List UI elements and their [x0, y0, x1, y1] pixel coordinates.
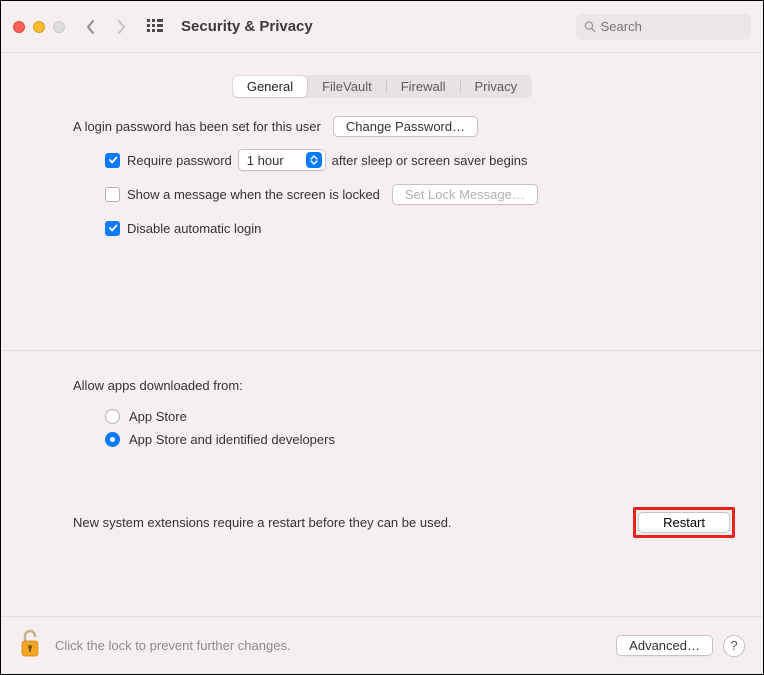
toolbar: Security & Privacy	[1, 1, 763, 53]
show-message-checkbox[interactable]	[105, 187, 120, 202]
tab-general[interactable]: General	[233, 76, 307, 97]
forward-button[interactable]	[115, 19, 127, 35]
tab-filevault[interactable]: FileVault	[308, 76, 386, 97]
footer: Click the lock to prevent further change…	[1, 616, 763, 674]
back-button[interactable]	[85, 19, 97, 35]
password-delay-value: 1 hour	[247, 153, 284, 168]
search-icon	[584, 20, 596, 33]
tabs-row: General FileVault Firewall Privacy	[13, 53, 751, 114]
restart-button[interactable]: Restart	[638, 512, 730, 533]
require-password-row: Require password 1 hour after sleep or s…	[105, 148, 691, 172]
tab-firewall[interactable]: Firewall	[387, 76, 460, 97]
preferences-window: Security & Privacy General FileVault Fir…	[0, 0, 764, 675]
search-input[interactable]	[601, 19, 743, 34]
allow-apps-section: Allow apps downloaded from: App Store Ap…	[13, 373, 751, 447]
grid-icon	[147, 19, 163, 35]
show-message-label: Show a message when the screen is locked	[127, 187, 380, 202]
radio-app-store-row: App Store	[105, 409, 691, 424]
disable-auto-login-label: Disable automatic login	[127, 221, 261, 236]
radio-app-store-label: App Store	[129, 409, 187, 424]
radio-app-store[interactable]	[105, 409, 120, 424]
tabs: General FileVault Firewall Privacy	[232, 75, 532, 98]
updown-caret-icon	[306, 152, 322, 168]
set-lock-message-button: Set Lock Message…	[392, 184, 538, 205]
password-set-row: A login password has been set for this u…	[73, 114, 691, 138]
window-title: Security & Privacy	[181, 18, 313, 35]
help-button[interactable]: ?	[723, 635, 745, 657]
extensions-row: New system extensions require a restart …	[13, 507, 751, 538]
chevron-right-icon	[115, 19, 127, 35]
show-all-button[interactable]	[147, 19, 163, 35]
chevron-left-icon	[85, 19, 97, 35]
login-section: A login password has been set for this u…	[13, 114, 751, 240]
radio-app-store-identified[interactable]	[105, 432, 120, 447]
section-divider	[1, 350, 763, 351]
radio-identified-row: App Store and identified developers	[105, 432, 691, 447]
tab-privacy[interactable]: Privacy	[461, 76, 532, 97]
restart-highlight: Restart	[633, 507, 735, 538]
allow-apps-heading: Allow apps downloaded from:	[73, 378, 243, 393]
disable-auto-login-checkbox[interactable]	[105, 221, 120, 236]
password-delay-select[interactable]: 1 hour	[238, 149, 326, 171]
window-controls	[13, 21, 65, 33]
lock-button[interactable]	[19, 629, 43, 662]
after-sleep-text: after sleep or screen saver begins	[332, 153, 528, 168]
radio-identified-label: App Store and identified developers	[129, 432, 335, 447]
password-set-text: A login password has been set for this u…	[73, 119, 321, 134]
nav-buttons	[85, 19, 127, 35]
zoom-window-button	[53, 21, 65, 33]
unlocked-lock-icon	[19, 629, 43, 659]
require-password-label: Require password	[127, 153, 232, 168]
checkmark-icon	[108, 223, 118, 233]
footer-right: Advanced… ?	[616, 635, 745, 657]
show-message-row: Show a message when the screen is locked…	[105, 182, 691, 206]
disable-auto-login-row: Disable automatic login	[105, 216, 691, 240]
require-password-checkbox[interactable]	[105, 153, 120, 168]
content-area: General FileVault Firewall Privacy A log…	[1, 53, 763, 538]
allow-apps-heading-row: Allow apps downloaded from:	[73, 373, 691, 397]
extensions-message: New system extensions require a restart …	[73, 515, 452, 530]
minimize-window-button[interactable]	[33, 21, 45, 33]
change-password-button[interactable]: Change Password…	[333, 116, 478, 137]
search-field[interactable]	[576, 14, 751, 40]
lock-text: Click the lock to prevent further change…	[55, 638, 291, 653]
advanced-button[interactable]: Advanced…	[616, 635, 713, 656]
close-window-button[interactable]	[13, 21, 25, 33]
checkmark-icon	[108, 155, 118, 165]
